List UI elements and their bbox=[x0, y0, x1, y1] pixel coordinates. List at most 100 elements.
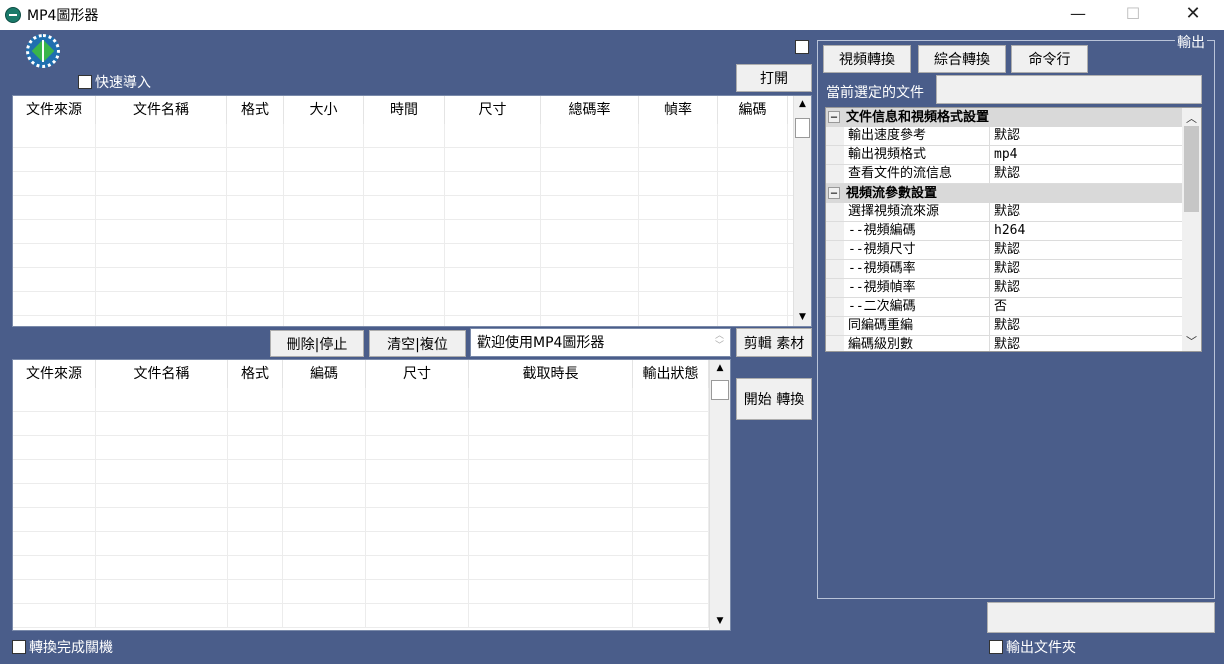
close-button[interactable]: ✕ bbox=[1170, 0, 1216, 30]
table-cell[interactable] bbox=[445, 316, 541, 326]
table-cell[interactable] bbox=[541, 172, 639, 195]
table-cell[interactable] bbox=[228, 532, 283, 555]
table-cell[interactable] bbox=[633, 460, 709, 483]
source-grid-scrollbar[interactable]: ▲ ▼ bbox=[793, 96, 811, 326]
property-row[interactable]: --視頻尺寸 默認 bbox=[826, 241, 1182, 260]
source-file-grid[interactable]: 文件來源 文件名稱 格式 大小 時間 尺寸 總碼率 幀率 編碼 ▲ ▼ bbox=[12, 95, 812, 327]
table-cell[interactable] bbox=[639, 220, 718, 243]
column-header[interactable]: 文件來源 bbox=[13, 360, 96, 388]
spin-arrows-icon[interactable]: ︿ ﹀ bbox=[715, 331, 724, 351]
table-cell[interactable] bbox=[96, 292, 227, 315]
table-cell[interactable] bbox=[227, 268, 284, 291]
table-cell[interactable] bbox=[364, 148, 445, 171]
table-cell[interactable] bbox=[13, 460, 96, 483]
table-cell[interactable] bbox=[96, 604, 228, 627]
table-cell[interactable] bbox=[541, 196, 639, 219]
property-row[interactable]: --視頻幀率 默認 bbox=[826, 279, 1182, 298]
table-cell[interactable] bbox=[283, 604, 366, 627]
tab-video-convert[interactable]: 視頻轉換 bbox=[823, 45, 911, 73]
table-cell[interactable] bbox=[633, 508, 709, 531]
table-cell[interactable] bbox=[366, 388, 469, 411]
table-cell[interactable] bbox=[228, 460, 283, 483]
property-value[interactable]: 默認 bbox=[990, 165, 1182, 183]
table-cell[interactable] bbox=[366, 556, 469, 579]
table-cell[interactable] bbox=[718, 292, 788, 315]
table-cell[interactable] bbox=[633, 388, 709, 411]
table-cell[interactable] bbox=[718, 316, 788, 326]
table-cell[interactable] bbox=[633, 580, 709, 603]
table-cell[interactable] bbox=[639, 148, 718, 171]
table-cell[interactable] bbox=[96, 532, 228, 555]
column-header[interactable]: 文件來源 bbox=[13, 96, 96, 124]
table-cell[interactable] bbox=[228, 508, 283, 531]
table-cell[interactable] bbox=[13, 580, 96, 603]
table-cell[interactable] bbox=[639, 124, 718, 147]
table-cell[interactable] bbox=[364, 220, 445, 243]
column-header[interactable]: 大小 bbox=[284, 96, 364, 124]
scroll-thumb[interactable] bbox=[795, 118, 810, 138]
property-row[interactable]: --二次編碼否 bbox=[826, 298, 1182, 317]
scroll-thumb[interactable] bbox=[1184, 126, 1199, 212]
table-row[interactable] bbox=[13, 292, 793, 316]
output-folder-field[interactable] bbox=[987, 602, 1215, 633]
table-cell[interactable] bbox=[284, 148, 364, 171]
table-cell[interactable] bbox=[96, 460, 228, 483]
table-cell[interactable] bbox=[13, 412, 96, 435]
clear-reset-button[interactable]: 清空|複位 bbox=[369, 330, 466, 357]
table-cell[interactable] bbox=[445, 244, 541, 267]
table-cell[interactable] bbox=[445, 124, 541, 147]
start-convert-button[interactable]: 開始 轉換 bbox=[736, 378, 812, 420]
property-value[interactable]: 默認 bbox=[990, 127, 1182, 145]
property-grid[interactable]: − 文件信息和視頻格式設置 輸出速度參考 默認 輸出視頻格式 mp4 查看文件的流信息 默認 −… bbox=[825, 107, 1202, 352]
table-cell[interactable] bbox=[96, 412, 228, 435]
property-category[interactable]: − 視頻流參數設置 bbox=[826, 184, 1182, 203]
table-row[interactable] bbox=[13, 220, 793, 244]
property-value[interactable]: 默認 bbox=[990, 241, 1182, 259]
table-cell[interactable] bbox=[639, 244, 718, 267]
table-cell[interactable] bbox=[284, 220, 364, 243]
table-cell[interactable] bbox=[227, 148, 284, 171]
property-value[interactable]: 默認 bbox=[990, 260, 1182, 278]
table-cell[interactable] bbox=[366, 436, 469, 459]
table-cell[interactable] bbox=[639, 316, 718, 326]
source-grid-rows[interactable] bbox=[13, 124, 793, 326]
table-cell[interactable] bbox=[96, 508, 228, 531]
table-cell[interactable] bbox=[366, 532, 469, 555]
table-cell[interactable] bbox=[364, 124, 445, 147]
table-cell[interactable] bbox=[366, 508, 469, 531]
table-cell[interactable] bbox=[96, 436, 228, 459]
column-header[interactable]: 幀率 bbox=[639, 96, 718, 124]
table-cell[interactable] bbox=[283, 508, 366, 531]
property-row[interactable]: 編碼級別數 默認 bbox=[826, 336, 1182, 351]
property-row[interactable]: 選擇視頻流來源 默認 bbox=[826, 203, 1182, 222]
collapse-icon[interactable]: − bbox=[828, 187, 840, 199]
table-cell[interactable] bbox=[13, 124, 96, 147]
table-cell[interactable] bbox=[283, 388, 366, 411]
table-cell[interactable] bbox=[13, 196, 96, 219]
table-cell[interactable] bbox=[228, 556, 283, 579]
table-cell[interactable] bbox=[227, 196, 284, 219]
maximize-button[interactable]: ☐ bbox=[1110, 0, 1156, 30]
column-header[interactable]: 格式 bbox=[227, 96, 284, 124]
output-file-grid[interactable]: 文件來源 文件名稱 格式 編碼 尺寸 截取時長 輸出狀態 ▲ ▼ bbox=[12, 359, 731, 631]
table-cell[interactable] bbox=[228, 388, 283, 411]
table-cell[interactable] bbox=[13, 604, 96, 627]
column-header[interactable]: 尺寸 bbox=[366, 360, 469, 388]
table-cell[interactable] bbox=[469, 604, 633, 627]
table-cell[interactable] bbox=[283, 532, 366, 555]
table-row[interactable] bbox=[13, 604, 712, 628]
shutdown-after-checkbox[interactable]: 轉換完成關機 bbox=[12, 637, 113, 657]
table-cell[interactable] bbox=[364, 172, 445, 195]
table-cell[interactable] bbox=[469, 508, 633, 531]
table-cell[interactable] bbox=[633, 604, 709, 627]
property-value[interactable]: 否 bbox=[990, 298, 1182, 316]
open-button[interactable]: 打開 bbox=[736, 64, 812, 92]
table-cell[interactable] bbox=[13, 148, 96, 171]
table-cell[interactable] bbox=[718, 124, 788, 147]
table-cell[interactable] bbox=[639, 196, 718, 219]
table-cell[interactable] bbox=[227, 124, 284, 147]
table-row[interactable] bbox=[13, 436, 712, 460]
table-cell[interactable] bbox=[96, 220, 227, 243]
minimize-button[interactable]: — bbox=[1055, 0, 1101, 30]
scroll-up-icon[interactable]: ︿ bbox=[1182, 110, 1201, 126]
